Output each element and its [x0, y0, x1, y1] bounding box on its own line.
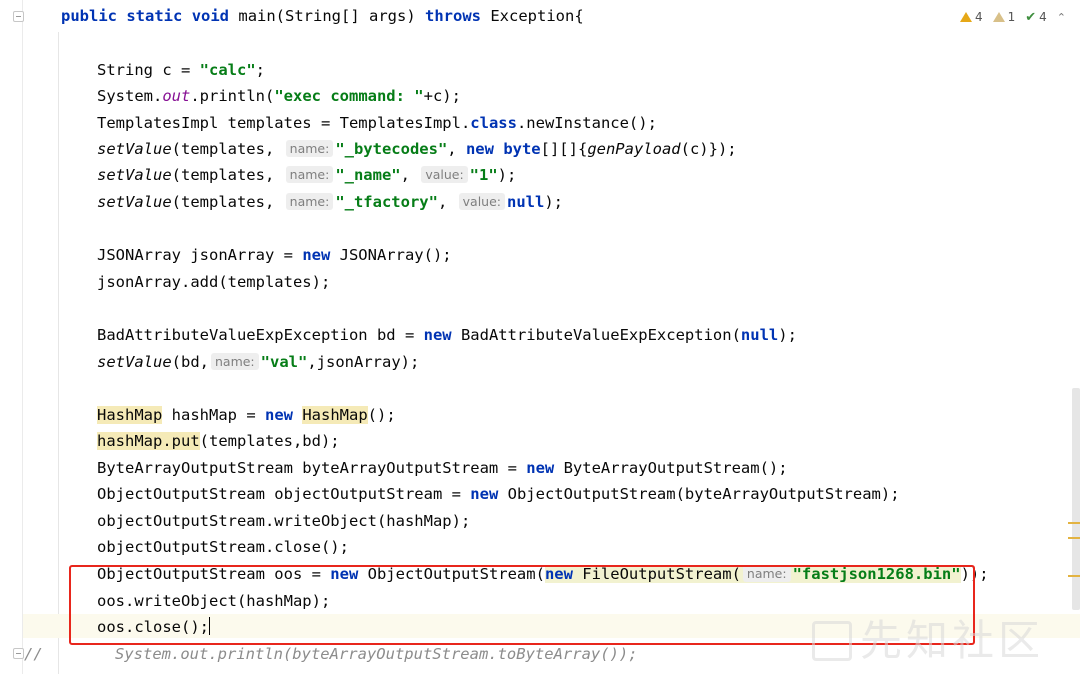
fold-icon[interactable] — [13, 648, 24, 659]
code-line: setValue(templates, name: "_name", value:… — [97, 166, 517, 184]
comment-slashes: // — [24, 645, 43, 663]
weak-warnings-count[interactable]: 1 — [992, 10, 1015, 24]
typos-count[interactable]: ✔ 4 — [1025, 10, 1047, 25]
warning-icon — [959, 12, 972, 22]
parameter-hint: name: — [210, 353, 259, 370]
code-line: jsonArray.add(templates); — [97, 273, 331, 291]
commented-code-line: System.out.println(byteArrayOutputStream… — [115, 645, 638, 663]
typo-check-icon: ✔ — [1025, 9, 1037, 25]
chevron-up-icon[interactable]: ⌃ — [1057, 11, 1066, 24]
code-line: ObjectOutputStream objectOutputStream = … — [97, 485, 900, 503]
code-line: JSONArray jsonArray = new JSONArray(); — [97, 246, 452, 264]
inspection-widget[interactable]: 4 1 ✔ 4 ⌃ — [959, 8, 1066, 26]
indent-guide — [58, 32, 59, 674]
watermark: 先知社区 — [812, 607, 1044, 668]
fold-icon[interactable] — [13, 11, 24, 22]
code-line: hashMap.put(templates,bd); — [97, 432, 340, 450]
code-line: String c = "calc"; — [97, 61, 265, 79]
code-line: setValue(bd, name: "val",jsonArray); — [97, 353, 420, 371]
code-line: setValue(templates, name: "_bytecodes", n… — [97, 140, 737, 158]
code-line: HashMap hashMap = new HashMap(); — [97, 406, 396, 424]
code-line: BadAttributeValueExpException bd = new B… — [97, 326, 797, 344]
warnings-count[interactable]: 4 — [959, 10, 983, 24]
line-gutter[interactable] — [0, 0, 22, 674]
scroll-marker[interactable] — [1068, 522, 1080, 524]
code-line: objectOutputStream.writeObject(hashMap); — [97, 512, 471, 530]
parameter-hint: name: — [285, 140, 334, 157]
method-signature: public static void main(String[] args) t… — [61, 7, 584, 25]
parameter-hint: name: — [285, 166, 334, 183]
parameter-hint: value: — [458, 193, 505, 210]
code-line: objectOutputStream.close(); — [97, 538, 349, 556]
watermark-logo-icon — [812, 621, 852, 661]
code-line: setValue(templates, name: "_tfactory", va… — [97, 193, 563, 211]
scroll-marker[interactable] — [1068, 537, 1080, 539]
code-line: TemplatesImpl templates = TemplatesImpl.… — [97, 114, 657, 132]
gutter-divider — [22, 0, 23, 674]
scroll-marker[interactable] — [1068, 575, 1080, 577]
weak-warning-icon — [992, 12, 1005, 22]
code-line: System.out.println("exec command: "+c); — [97, 87, 461, 105]
parameter-hint: value: — [421, 166, 468, 183]
parameter-hint: name: — [285, 193, 334, 210]
code-line: ByteArrayOutputStream byteArrayOutputStr… — [97, 459, 788, 477]
